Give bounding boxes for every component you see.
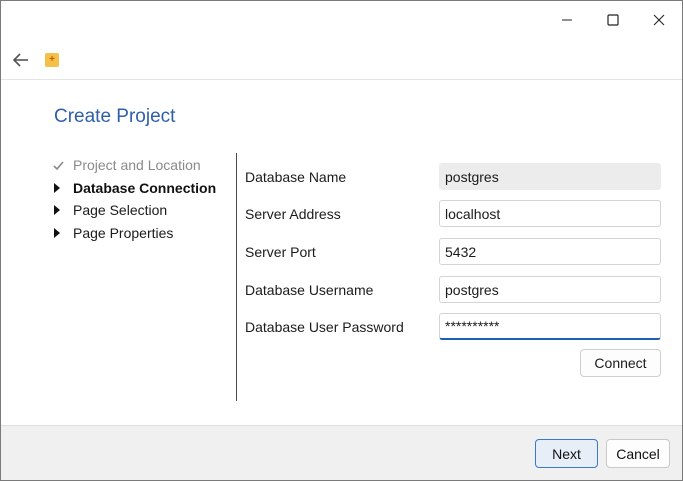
- server-address-field[interactable]: [439, 200, 661, 227]
- page-title: Create Project: [54, 106, 176, 127]
- step-project-and-location: Project and Location: [53, 154, 216, 177]
- step-label: Page Properties: [73, 224, 174, 241]
- step-page-selection: Page Selection: [53, 199, 216, 222]
- db-password-field[interactable]: [439, 313, 661, 340]
- app-icon: +: [45, 53, 59, 67]
- server-address-row: Server Address: [245, 200, 665, 230]
- close-button[interactable]: [636, 1, 682, 39]
- db-password-label: Database User Password: [245, 319, 404, 335]
- db-password-row: Database User Password: [245, 313, 665, 343]
- create-project-dialog: + Create Project Project and Location Da…: [0, 0, 683, 481]
- minimize-icon: [562, 19, 572, 21]
- db-username-row: Database Username: [245, 276, 665, 306]
- db-username-label: Database Username: [245, 282, 374, 298]
- step-label: Page Selection: [73, 202, 168, 219]
- triangle-right-icon: [53, 205, 73, 216]
- back-arrow-icon: [12, 53, 28, 67]
- minimize-button[interactable]: [544, 1, 590, 39]
- checkmark-icon: [53, 161, 73, 170]
- step-label: Database Connection: [73, 179, 217, 196]
- triangle-right-icon: [53, 182, 73, 193]
- next-button[interactable]: Next: [535, 439, 598, 468]
- connect-button[interactable]: Connect: [580, 349, 661, 377]
- db-name-field[interactable]: [439, 163, 661, 190]
- db-name-label: Database Name: [245, 169, 347, 185]
- maximize-icon: [607, 14, 619, 26]
- triangle-right-icon: [53, 227, 73, 238]
- steps-divider: [236, 153, 237, 401]
- step-label: Project and Location: [73, 157, 201, 174]
- cancel-button[interactable]: Cancel: [606, 439, 670, 468]
- toolbar-divider: [1, 79, 682, 80]
- close-icon: [653, 14, 665, 26]
- maximize-button[interactable]: [590, 1, 636, 39]
- step-page-properties: Page Properties: [53, 222, 216, 245]
- toolbar: +: [1, 45, 682, 75]
- server-port-label: Server Port: [245, 244, 316, 260]
- db-username-field[interactable]: [439, 276, 661, 303]
- back-button[interactable]: [10, 49, 32, 71]
- db-name-row: Database Name: [245, 163, 665, 193]
- wizard-steps: Project and Location Database Connection…: [53, 154, 216, 244]
- server-address-label: Server Address: [245, 206, 341, 222]
- server-port-row: Server Port: [245, 238, 665, 268]
- dialog-footer: Next Cancel: [1, 425, 682, 480]
- step-database-connection: Database Connection: [53, 177, 216, 200]
- caption-buttons: [544, 1, 682, 39]
- server-port-field[interactable]: [439, 238, 661, 265]
